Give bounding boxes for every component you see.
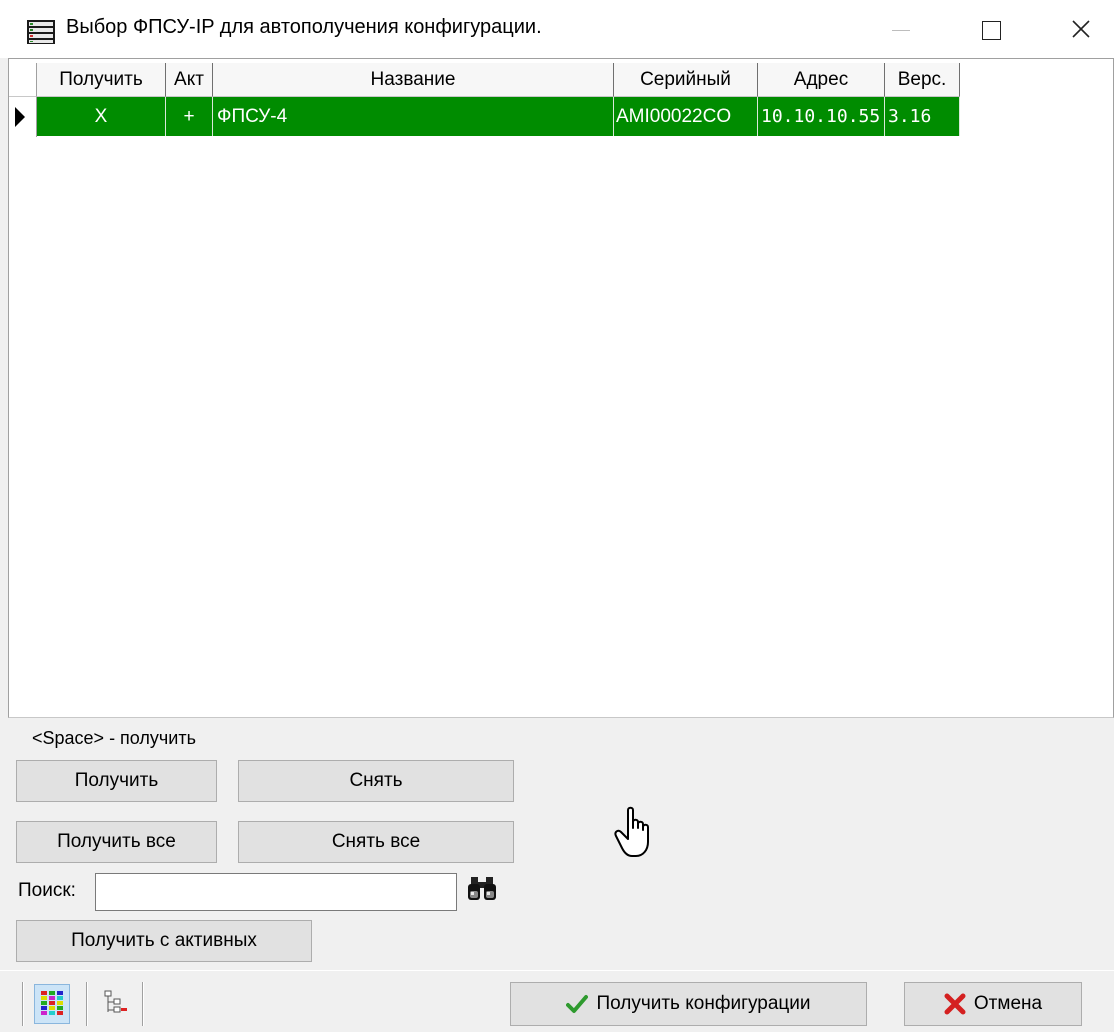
row-indicator <box>9 97 37 137</box>
cell-active: + <box>166 97 213 136</box>
close-icon <box>1072 20 1090 38</box>
search-input[interactable] <box>95 873 457 911</box>
cell-version: 3.16 <box>885 97 960 136</box>
fpsu-grid[interactable]: Получить Акт Название Серийный Адрес Вер… <box>8 58 1114 718</box>
color-grid-icon <box>41 991 63 1015</box>
get-configuration-label: Получить конфигурации <box>596 993 811 1014</box>
minimize-button[interactable] <box>856 0 946 58</box>
title-bar: Выбор ФПСУ-IP для автополучения конфигур… <box>0 0 1114 58</box>
column-header-name[interactable]: Название <box>213 63 614 97</box>
checkmark-icon <box>566 994 589 1013</box>
header-indicator <box>9 63 37 97</box>
cell-address: 10.10.10.55 <box>758 97 885 136</box>
column-header-address[interactable]: Адрес <box>758 63 885 97</box>
receive-button[interactable]: Получить <box>16 760 217 802</box>
receive-all-button[interactable]: Получить все <box>16 821 217 863</box>
cancel-x-icon <box>944 993 966 1015</box>
remove-button[interactable]: Снять <box>238 760 514 802</box>
remove-all-button[interactable]: Снять все <box>238 821 514 863</box>
cancel-label: Отмена <box>973 993 1043 1014</box>
cell-receive: X <box>37 97 166 136</box>
search-label: Поиск: <box>18 880 76 901</box>
hand-cursor-icon <box>614 806 649 857</box>
color-grid-view-button[interactable] <box>34 984 70 1024</box>
window-title: Выбор ФПСУ-IP для автополучения конфигур… <box>66 16 542 38</box>
footer-divider <box>0 970 1114 971</box>
column-header-version[interactable]: Верс. <box>885 63 960 97</box>
current-row-arrow-icon <box>15 107 25 127</box>
receive-active-button[interactable]: Получить с активных <box>16 920 312 962</box>
toolbar-separator <box>22 982 24 1026</box>
column-header-serial[interactable]: Серийный <box>614 63 758 97</box>
tree-view-button[interactable] <box>98 984 134 1024</box>
close-button[interactable] <box>1036 0 1114 58</box>
server-list-icon <box>27 20 55 44</box>
toolbar-separator <box>142 982 144 1026</box>
maximize-button[interactable] <box>946 0 1036 58</box>
space-hint: <Space> - получить <box>32 728 196 748</box>
binoculars-icon[interactable] <box>467 876 497 902</box>
toolbar-separator <box>86 982 88 1026</box>
cell-serial: AMI00022CO <box>614 97 758 136</box>
cancel-button[interactable]: Отмена <box>904 982 1082 1026</box>
cell-name: ФПСУ-4 <box>213 97 614 136</box>
column-header-receive[interactable]: Получить <box>37 63 166 97</box>
get-configuration-button[interactable]: Получить конфигурации <box>510 982 867 1026</box>
column-header-active[interactable]: Акт <box>166 63 213 97</box>
tree-view-icon <box>104 990 127 1013</box>
